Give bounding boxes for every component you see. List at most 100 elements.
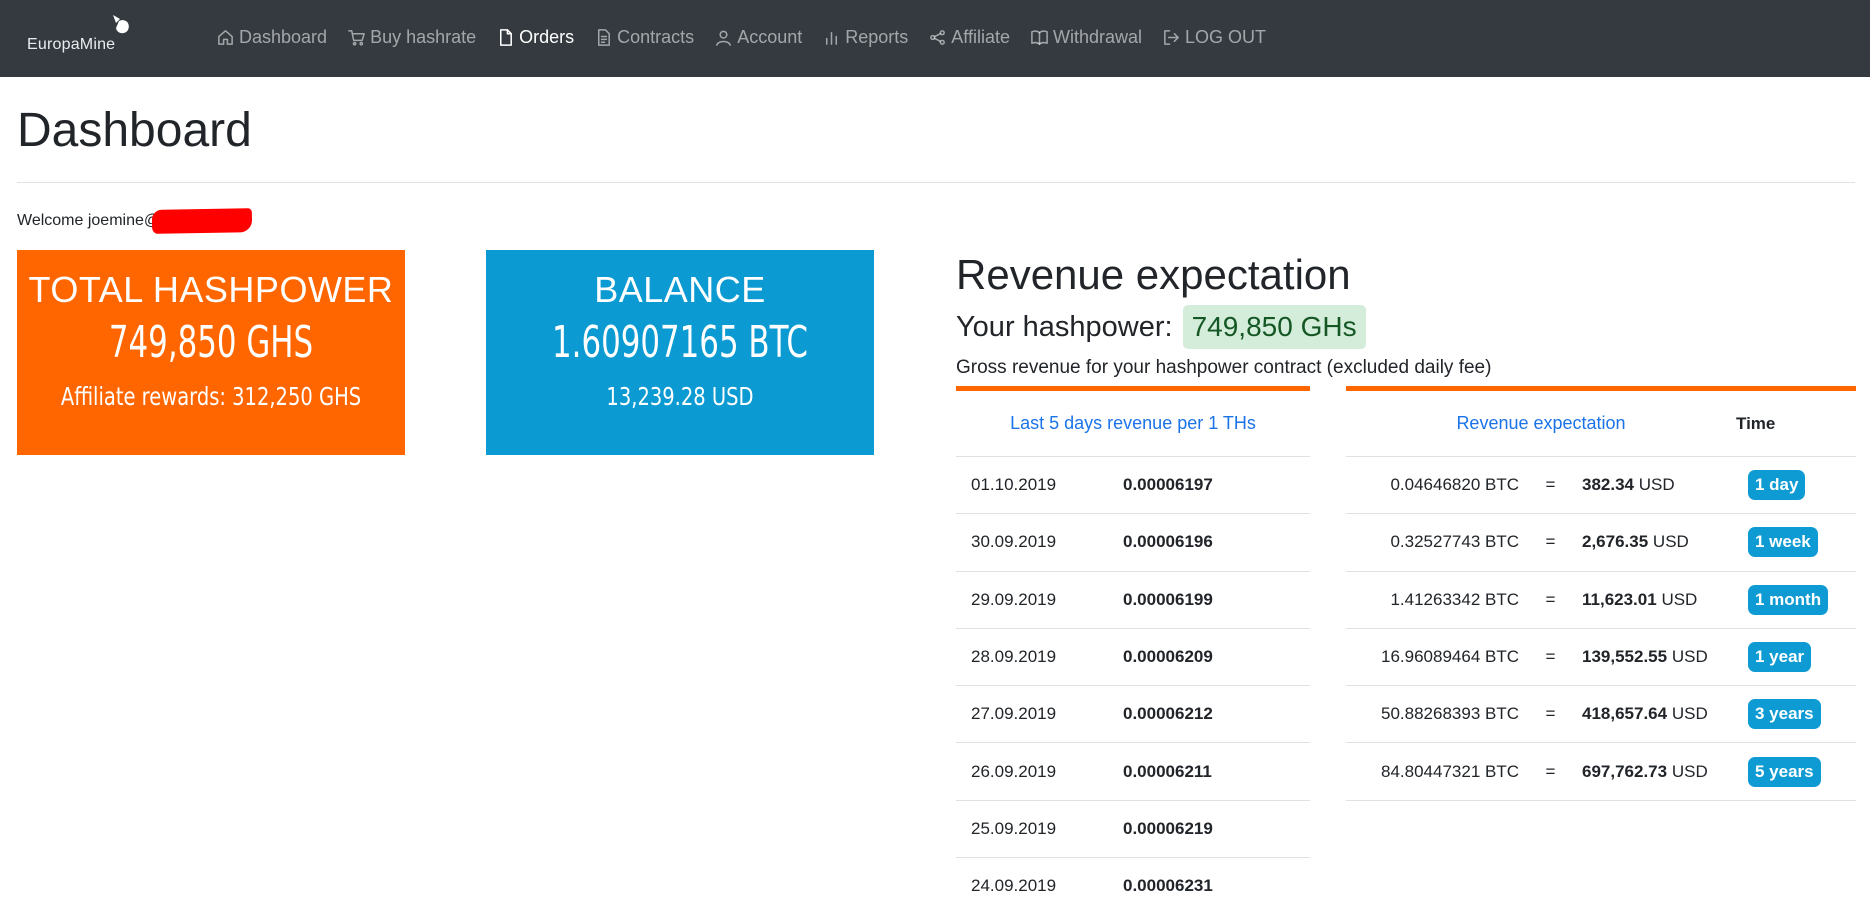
- bar-chart-icon: [826, 31, 838, 45]
- brand-name: EuropaMine: [27, 36, 116, 53]
- usd-value: 697,762.73: [1582, 761, 1668, 781]
- table-row: 50.88268393 BTC = 418,657.64 USD 3 years: [1346, 686, 1856, 744]
- table-row: 26.09.2019 0.00006211: [956, 743, 1310, 801]
- usd-amount: 418,657.64 USD: [1582, 704, 1748, 724]
- row-date: 01.10.2019: [971, 475, 1057, 495]
- period-badge: 1 week: [1748, 527, 1818, 558]
- nav-logout[interactable]: LOG OUT: [1162, 27, 1266, 48]
- table-header: Last 5 days revenue per 1 THs: [956, 391, 1310, 457]
- usd-value: 418,657.64: [1582, 704, 1668, 724]
- total-hashpower-card: TOTAL HASHPOWER 749,850 GHS Affiliate re…: [17, 250, 405, 455]
- home-icon: [218, 29, 233, 45]
- gross-revenue-note: Gross revenue for your hashpower contrac…: [956, 357, 1492, 378]
- equals-sign: =: [1545, 589, 1556, 609]
- revenue-expectation-table: Revenue expectation Time 0.04646820 BTC …: [1346, 386, 1856, 801]
- redaction-mark: [151, 208, 253, 234]
- equals-sign: =: [1545, 475, 1556, 495]
- nav-label: Contracts: [617, 26, 695, 47]
- nav-orders[interactable]: Orders: [496, 27, 574, 48]
- usd-amount: 139,552.55 USD: [1582, 647, 1748, 667]
- equals-sign: =: [1545, 704, 1556, 724]
- nav-buy-hashrate[interactable]: Buy hashrate: [347, 27, 476, 48]
- table-row: 25.09.2019 0.00006219: [956, 801, 1310, 859]
- top-navbar: EuropaMine Dashboard Buy hashrate Orders…: [0, 0, 1870, 77]
- table-row: 16.96089464 BTC = 139,552.55 USD 1 year: [1346, 629, 1856, 687]
- period-badge: 1 month: [1748, 584, 1829, 615]
- nav-label: Withdrawal: [1052, 26, 1142, 47]
- table-row: 29.09.2019 0.00006199: [956, 572, 1310, 629]
- revenue-history-table: Last 5 days revenue per 1 THs 01.10.2019…: [956, 386, 1310, 897]
- share-icon: [930, 29, 946, 45]
- file-icon: [500, 28, 513, 46]
- table-row: 01.10.2019 0.00006197: [956, 457, 1310, 515]
- usd-unit: USD: [1652, 532, 1689, 552]
- nav-label: Buy hashrate: [370, 26, 477, 47]
- table-row: 28.09.2019 0.00006209: [956, 629, 1310, 687]
- revenue-heading: Revenue expectation: [956, 251, 1351, 298]
- title-divider: [17, 182, 1855, 183]
- row-date: 24.09.2019: [971, 876, 1057, 896]
- usd-amount: 697,762.73 USD: [1582, 762, 1748, 782]
- period-badge: 1 day: [1748, 470, 1806, 501]
- history-header-link[interactable]: Last 5 days revenue per 1 THs: [1010, 413, 1256, 434]
- page-title: Dashboard: [17, 104, 252, 157]
- your-hashpower: Your hashpower: 749,850 GHs: [956, 299, 1366, 355]
- table-row: 27.09.2019 0.00006212: [956, 686, 1310, 744]
- table-row: 84.80447321 BTC = 697,762.73 USD 5 years: [1346, 743, 1856, 801]
- brand-logo[interactable]: EuropaMine: [27, 14, 137, 60]
- affiliate-rewards: Affiliate rewards: 312,250 GHS: [60, 381, 362, 411]
- row-value: 0.00006211: [1123, 761, 1212, 781]
- nav-label: Affiliate: [951, 26, 1010, 47]
- row-value: 0.00006196: [1123, 532, 1213, 552]
- nav-reports[interactable]: Reports: [822, 27, 908, 48]
- equals-sign: =: [1545, 647, 1556, 667]
- welcome-message: Welcome joemine@: [17, 208, 253, 234]
- welcome-text: Welcome joemine@: [17, 212, 161, 229]
- nav-account[interactable]: Account: [714, 27, 802, 48]
- usd-unit: USD: [1671, 704, 1708, 724]
- logo-mark-icon: [113, 15, 129, 34]
- equals-sign: =: [1545, 532, 1556, 552]
- nav-withdrawal[interactable]: Withdrawal: [1030, 27, 1142, 48]
- nav-label: Reports: [845, 26, 909, 47]
- expectation-header-link[interactable]: Revenue expectation: [1346, 413, 1736, 434]
- user-icon: [716, 30, 732, 46]
- time-header: Time: [1736, 413, 1776, 433]
- nav-affiliate[interactable]: Affiliate: [928, 27, 1010, 48]
- usd-amount: 2,676.35 USD: [1582, 532, 1748, 552]
- row-value: 0.00006231: [1123, 876, 1213, 896]
- table-row: 1.41263342 BTC = 11,623.01 USD 1 month: [1346, 572, 1856, 629]
- row-value: 0.00006197: [1123, 475, 1213, 495]
- btc-amount: 16.96089464 BTC: [1381, 647, 1519, 667]
- btc-amount: 50.88268393 BTC: [1381, 704, 1519, 724]
- row-date: 30.09.2019: [971, 532, 1057, 552]
- usd-value: 382.34: [1582, 475, 1634, 495]
- equals-sign: =: [1545, 761, 1556, 781]
- table-row: 24.09.2019 0.00006231: [956, 858, 1310, 897]
- nav-label: Account: [737, 26, 803, 47]
- table-row: 0.32527743 BTC = 2,676.35 USD 1 week: [1346, 514, 1856, 572]
- row-value: 0.00006199: [1123, 589, 1213, 609]
- row-value: 0.00006212: [1123, 704, 1213, 724]
- cart-icon: [348, 29, 365, 46]
- usd-value: 2,676.35: [1582, 532, 1649, 552]
- hashpower-value: 749,850 GHS: [108, 317, 314, 369]
- balance-card: BALANCE 1.60907165 BTC 13,239.28 USD: [486, 250, 874, 455]
- table-header: Revenue expectation Time: [1346, 391, 1856, 457]
- balance-btc-value: 1.60907165 BTC: [552, 317, 808, 369]
- card-title: TOTAL HASHPOWER: [28, 269, 394, 310]
- usd-unit: USD: [1661, 589, 1698, 609]
- file-text-icon: [598, 28, 611, 46]
- row-date: 27.09.2019: [971, 704, 1057, 724]
- row-date: 26.09.2019: [971, 761, 1057, 781]
- usd-amount: 382.34 USD: [1582, 475, 1748, 495]
- hashpower-badge: 749,850 GHs: [1182, 305, 1366, 349]
- btc-amount: 84.80447321 BTC: [1381, 761, 1519, 781]
- row-date: 29.09.2019: [971, 589, 1057, 609]
- row-value: 0.00006219: [1123, 818, 1213, 838]
- nav-contracts[interactable]: Contracts: [594, 27, 694, 48]
- usd-value: 11,623.01: [1582, 589, 1657, 609]
- hashpower-label: Your hashpower:: [956, 310, 1173, 343]
- nav-label: LOG OUT: [1185, 26, 1267, 47]
- nav-dashboard[interactable]: Dashboard: [216, 27, 327, 48]
